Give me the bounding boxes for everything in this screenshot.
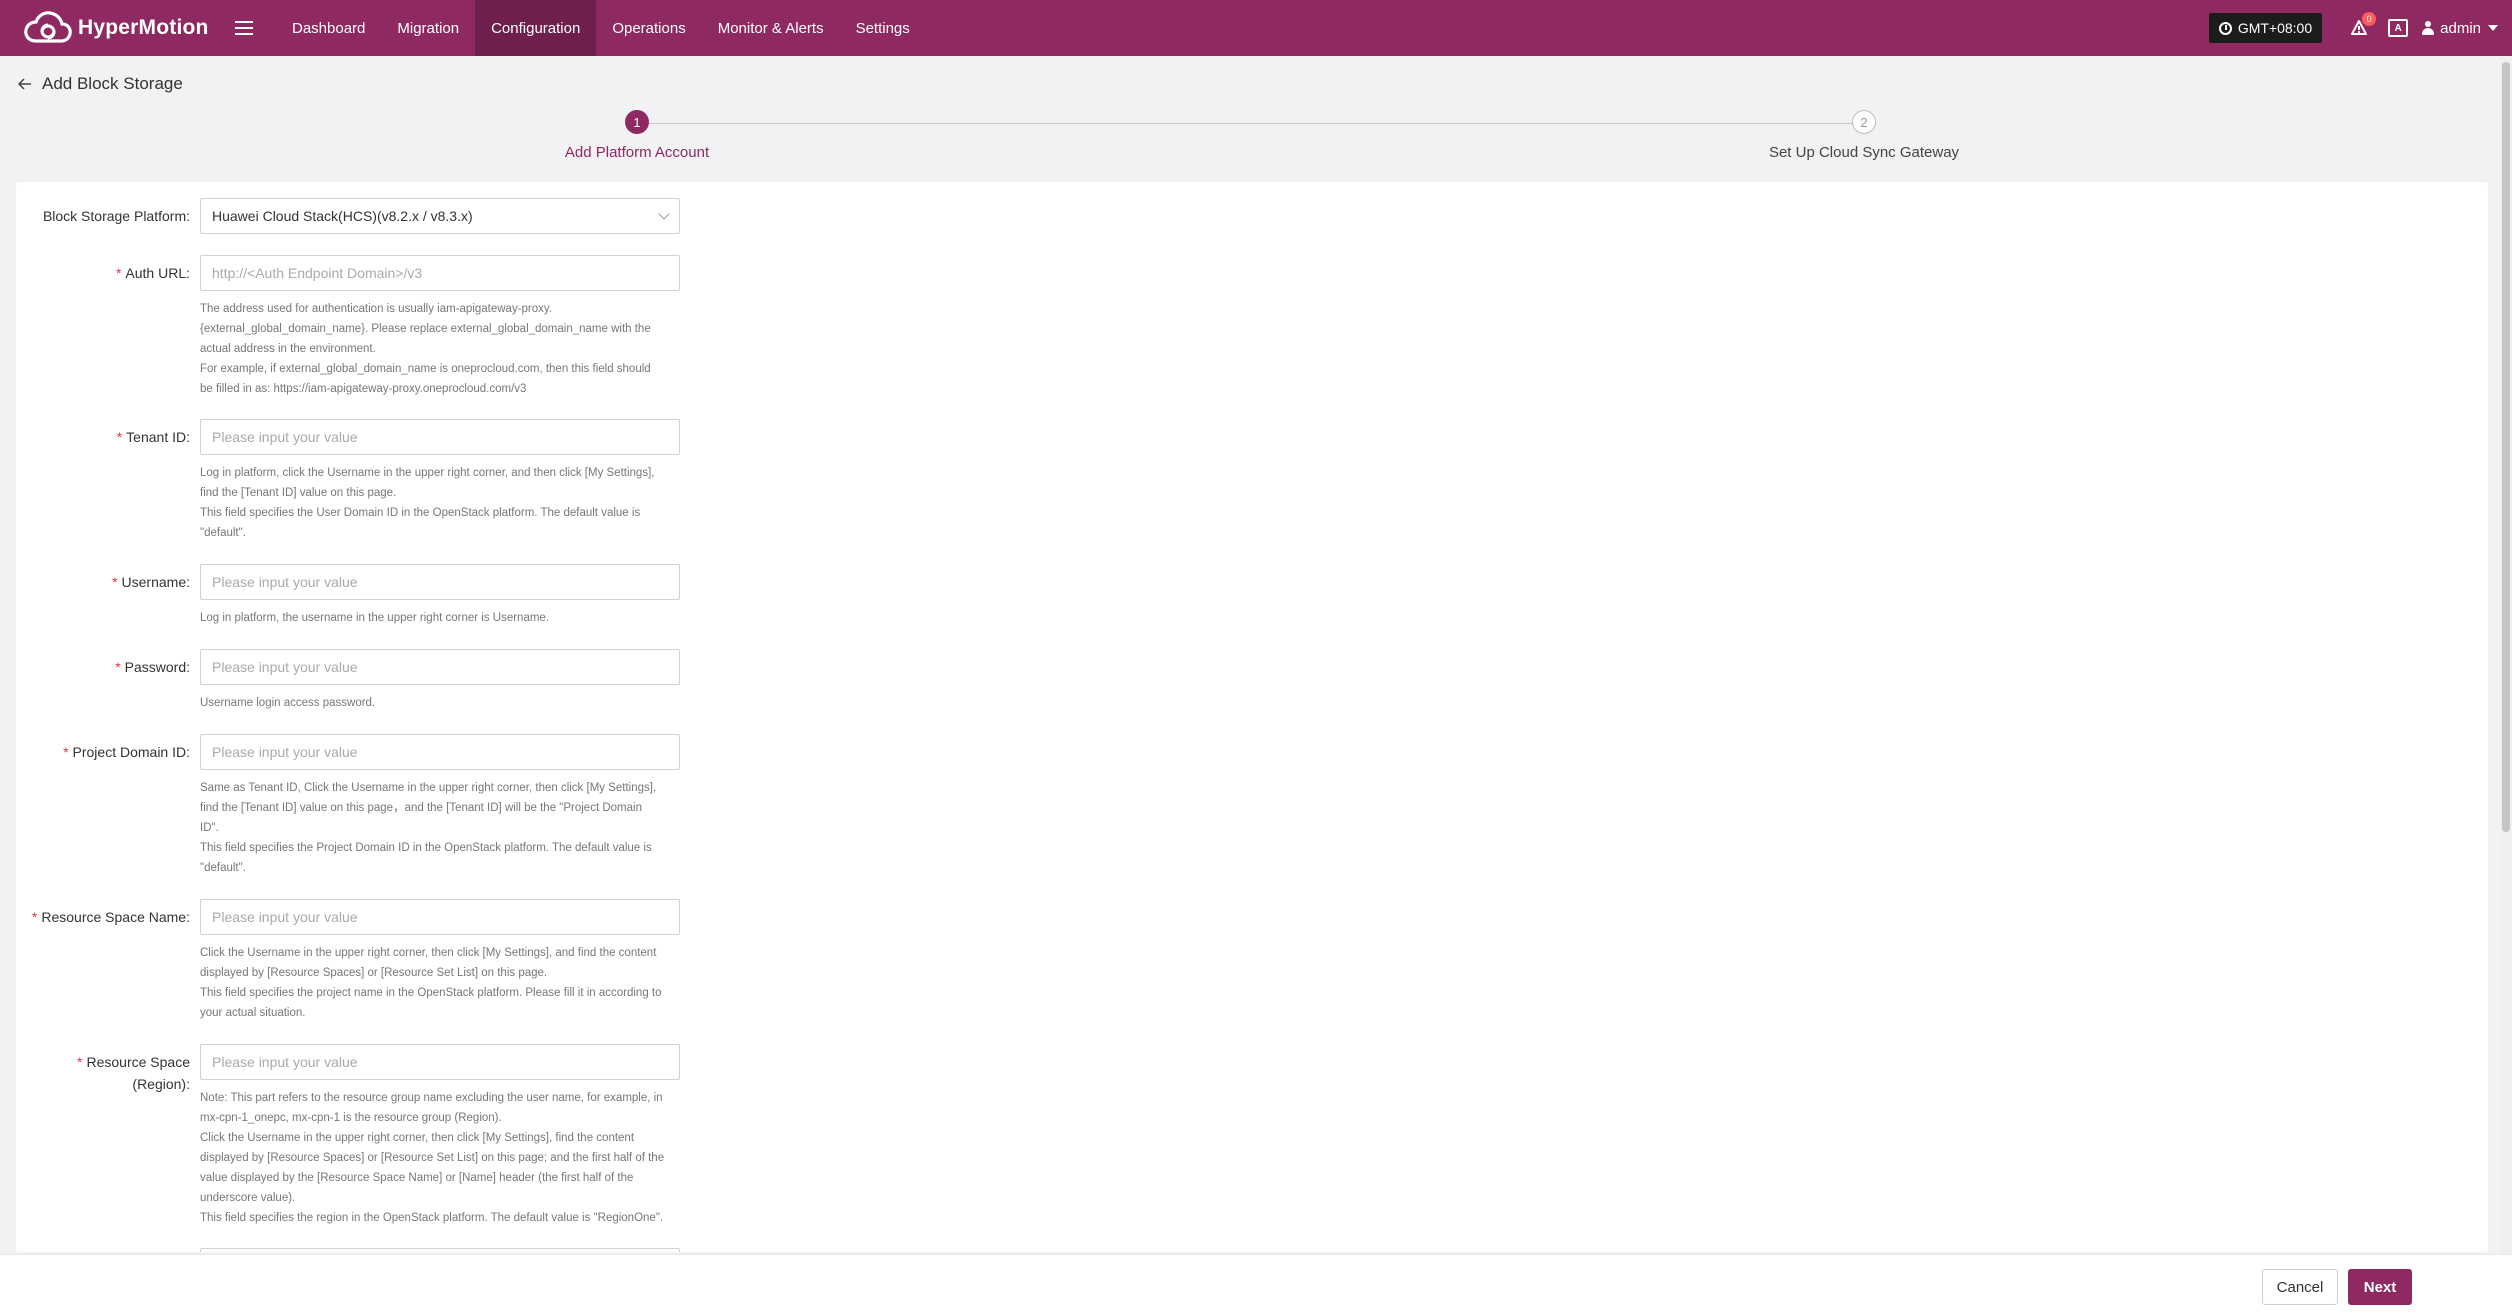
chevron-down-icon bbox=[658, 208, 670, 220]
auth-url-input[interactable] bbox=[212, 265, 668, 281]
step-label: Set Up Cloud Sync Gateway bbox=[1768, 144, 1960, 161]
nav-right-tools: GMT+08:00 0 A admin bbox=[2208, 0, 2512, 56]
user-menu[interactable]: admin bbox=[2422, 20, 2498, 37]
cloud-logo-icon bbox=[24, 11, 72, 43]
page-header: Add Block Storage bbox=[16, 72, 183, 96]
password-label: * Password: bbox=[115, 659, 190, 675]
back-arrow-icon[interactable] bbox=[16, 75, 34, 93]
resource-space-region-help: Note: This part refers to the resource g… bbox=[200, 1092, 665, 1224]
platform-label: Block Storage Platform: bbox=[42, 208, 190, 224]
next-button[interactable]: Next bbox=[2348, 1269, 2412, 1305]
app-logo[interactable]: HyperMotion bbox=[22, 8, 218, 48]
resource-space-name-help: Click the Username in the upper right co… bbox=[200, 947, 662, 1019]
scrollbar-thumb[interactable] bbox=[2502, 62, 2510, 832]
platform-select[interactable]: Huawei Cloud Stack(HCS)(v8.2.x / v8.3.x) bbox=[200, 198, 680, 234]
step-number: 1 bbox=[625, 110, 649, 134]
notification-button[interactable]: 0 bbox=[2348, 12, 2377, 39]
auth-url-input-wrap bbox=[200, 255, 680, 291]
timezone-label: GMT+08:00 bbox=[2237, 20, 2313, 36]
project-domain-id-input[interactable] bbox=[212, 744, 668, 760]
nav-migration[interactable]: Migration bbox=[381, 0, 475, 56]
wizard-steps: 1 Add Platform Account 2 Set Up Cloud Sy… bbox=[0, 110, 2512, 166]
username-input-wrap bbox=[200, 564, 680, 600]
username-help: Log in platform, the username in the upp… bbox=[200, 612, 550, 624]
footer-bar: Cancel Next bbox=[0, 1254, 2512, 1314]
platform-select-value: Huawei Cloud Stack(HCS)(v8.2.x / v8.3.x) bbox=[212, 208, 473, 224]
project-domain-id-help: Same as Tenant ID, Click the Username in… bbox=[200, 782, 657, 874]
nav-configuration[interactable]: Configuration bbox=[475, 0, 597, 56]
nav-monitor-alerts[interactable]: Monitor & Alerts bbox=[702, 0, 840, 56]
username-label: * Username: bbox=[112, 574, 190, 590]
nav-dashboard[interactable]: Dashboard bbox=[276, 0, 381, 56]
page-title: Add Block Storage bbox=[42, 74, 183, 93]
steps-connector bbox=[649, 123, 1856, 124]
step-label: Add Platform Account bbox=[564, 144, 710, 161]
form-card: Block Storage Platform: Huawei Cloud Sta… bbox=[16, 182, 2488, 1252]
nav-operations[interactable]: Operations bbox=[596, 0, 701, 56]
password-input[interactable] bbox=[212, 659, 668, 675]
app-name: HyperMotion bbox=[78, 16, 209, 39]
resource-space-region-label: * Resource Space (Region): bbox=[77, 1054, 190, 1092]
tenant-id-input[interactable] bbox=[212, 429, 668, 445]
tenant-id-help: Log in platform, click the Username in t… bbox=[200, 467, 655, 539]
password-help: Username login access password. bbox=[200, 697, 376, 709]
resource-space-name-input-wrap bbox=[200, 899, 680, 935]
step-number: 2 bbox=[1852, 110, 1876, 134]
page-scrollbar[interactable] bbox=[2500, 56, 2512, 1254]
user-icon bbox=[2422, 21, 2435, 35]
language-icon[interactable]: A bbox=[2388, 19, 2409, 37]
resource-space-region-input[interactable] bbox=[212, 1054, 668, 1070]
menu-toggle-icon[interactable] bbox=[224, 0, 264, 56]
step-cloud-sync-gateway: 2 Set Up Cloud Sync Gateway bbox=[1714, 110, 2014, 161]
timezone-badge[interactable]: GMT+08:00 bbox=[2208, 13, 2323, 43]
caret-down-icon bbox=[2488, 25, 2498, 31]
user-name: admin bbox=[2440, 19, 2481, 37]
resource-space-region-input-wrap bbox=[200, 1044, 680, 1080]
password-input-wrap bbox=[200, 649, 680, 685]
notification-count-badge: 0 bbox=[2362, 12, 2377, 26]
username-input[interactable] bbox=[212, 574, 668, 590]
cancel-button[interactable]: Cancel bbox=[2262, 1269, 2338, 1305]
tenant-id-label: * Tenant ID: bbox=[116, 429, 190, 445]
next-field-input-partial[interactable] bbox=[200, 1248, 680, 1252]
auth-url-help: The address used for authentication is u… bbox=[200, 303, 651, 395]
clock-icon bbox=[2218, 21, 2232, 35]
step-add-platform-account: 1 Add Platform Account bbox=[487, 110, 787, 161]
nav-settings[interactable]: Settings bbox=[840, 0, 926, 56]
tenant-id-input-wrap bbox=[200, 419, 680, 455]
project-domain-id-input-wrap bbox=[200, 734, 680, 770]
resource-space-name-input[interactable] bbox=[212, 909, 668, 925]
project-domain-id-label: * Project Domain ID: bbox=[63, 744, 190, 760]
resource-space-name-label: * Resource Space Name: bbox=[31, 909, 190, 925]
top-nav: HyperMotion Dashboard Migration Configur… bbox=[0, 0, 2512, 56]
auth-url-label: * Auth URL: bbox=[115, 265, 190, 281]
